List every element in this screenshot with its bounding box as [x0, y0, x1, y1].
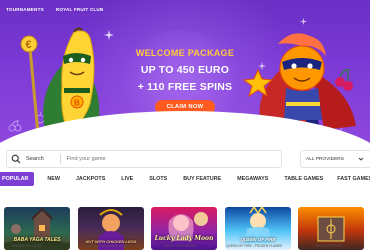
hero-banner[interactable]: TOURNAMENTS ROYAL FRUIT CLUB € B WELCOME… — [0, 0, 370, 143]
providers-label: ALL PROVIDERS — [306, 156, 344, 162]
providers-dropdown[interactable]: ALL PROVIDERS — [300, 150, 370, 168]
chevron-down-icon — [358, 157, 364, 161]
promo-amount: UP TO 450 EURO — [140, 64, 230, 76]
tab-slots[interactable]: SLOTS — [144, 172, 172, 186]
search-icon — [11, 154, 21, 164]
search-label: Search — [26, 156, 44, 162]
search-input[interactable] — [66, 156, 247, 162]
nav-item-royal-fruit-club[interactable]: ROYAL FRUIT CLUB — [56, 7, 104, 12]
game-card-title: Lucky Lady Moon — [154, 235, 214, 242]
tab-jackpots[interactable]: JACKPOTS — [71, 172, 110, 186]
svg-text:B: B — [74, 99, 80, 108]
tab-new[interactable]: NEW — [42, 172, 65, 186]
svg-text:€: € — [26, 39, 32, 51]
game-label: BOOK OF DEAD — [316, 244, 342, 248]
game-label: BARBARIAN TALES — [12, 244, 43, 248]
tab-live[interactable]: LIVE — [116, 172, 138, 186]
tab-megaways[interactable]: MEGAWAYS — [232, 172, 273, 186]
top-nav: TOURNAMENTS ROYAL FRUIT CLUB — [6, 7, 103, 12]
search-box[interactable]: Search — [6, 150, 282, 168]
tab-popular[interactable]: POPULAR — [0, 172, 35, 186]
search-divider — [59, 154, 61, 164]
game-label: LUCKY LADY MOON — [164, 244, 196, 248]
tab-table-games[interactable]: TABLE GAMES — [279, 172, 328, 186]
game-card-title: QUEEN OF FIRE — [240, 237, 276, 242]
game-label: HOT WITH CHICKEN LEGS — [86, 244, 128, 248]
promo-title: WELCOME PACKAGE — [135, 48, 235, 58]
game-card-title: BABA YAGA TALES — [13, 237, 61, 243]
nav-item-tournaments[interactable]: TOURNAMENTS — [6, 7, 44, 12]
promo-free-spins: + 110 FREE SPINS — [137, 81, 233, 93]
tab-buy-feature[interactable]: BUY FEATURE — [178, 172, 226, 186]
welcome-promo: WELCOME PACKAGE UP TO 450 EURO + 110 FRE… — [110, 48, 260, 114]
sparkle-icon — [300, 18, 307, 25]
category-tabs: POPULAR NEW JACKPOTS LIVE SLOTS BUY FEAT… — [0, 172, 370, 186]
tab-fast-games[interactable]: FAST GAMES — [332, 172, 370, 186]
game-label: QUEEN OF FIRE - FROZEN FLAMES — [226, 244, 283, 248]
search-row: Search ALL PROVIDERS — [0, 148, 370, 170]
